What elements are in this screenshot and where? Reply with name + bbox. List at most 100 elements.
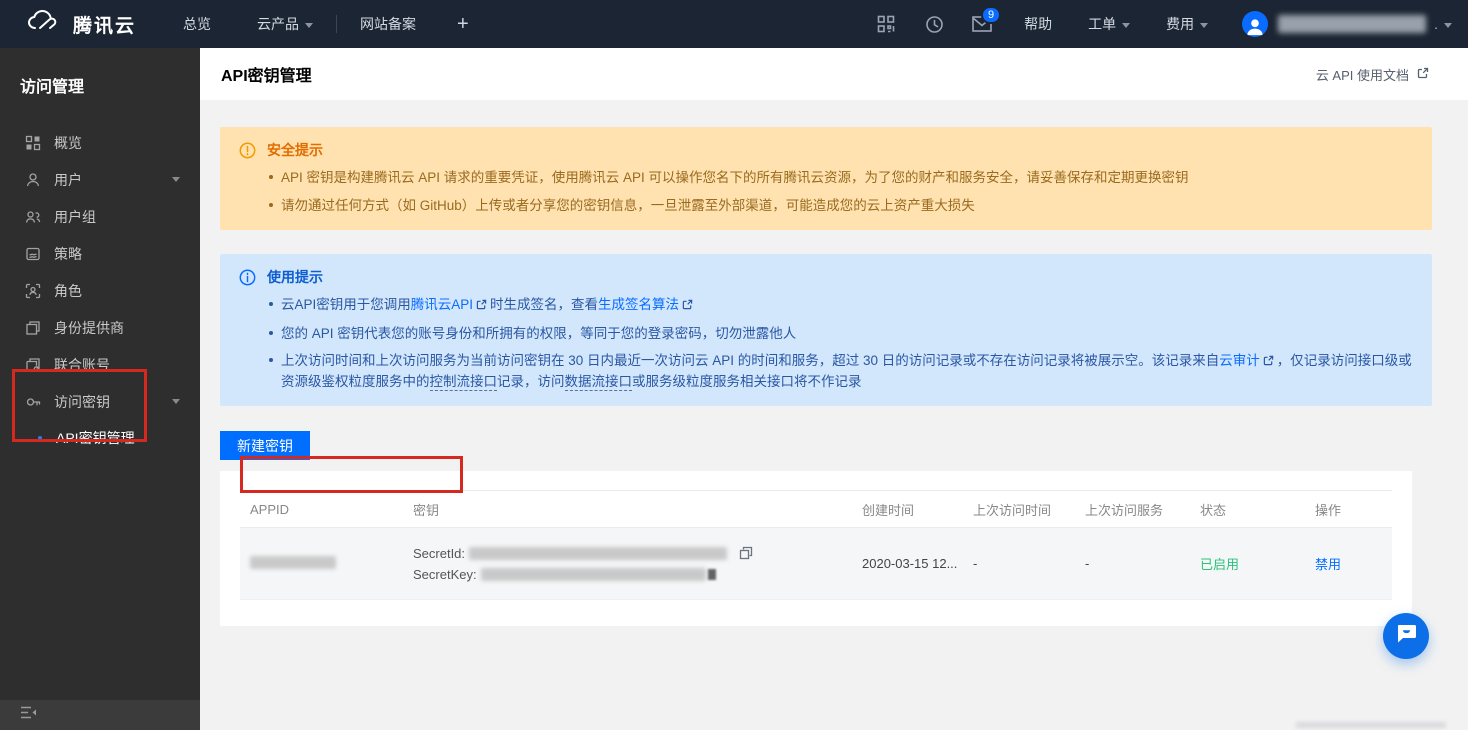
table-header-row: APPID 密钥 创建时间 上次访问时间 上次访问服务 状态 操作 — [240, 490, 1392, 528]
user-suffix: . — [1434, 16, 1438, 32]
cell-status: 已启用 — [1190, 554, 1305, 573]
chevron-down-icon — [172, 177, 180, 182]
warning-circle-icon — [239, 142, 256, 215]
cloud-audit-link[interactable]: 云审计 — [1219, 353, 1260, 368]
page-title: API密钥管理 — [221, 62, 312, 86]
security-alert: 安全提示 API 密钥是构建腾讯云 API 请求的重要凭证，使用腾讯云 API … — [220, 127, 1432, 230]
col-header-appid: APPID — [240, 502, 403, 517]
external-link-icon — [476, 296, 487, 316]
cloud-api-doc-link[interactable]: 云 API 使用文档 — [1316, 65, 1432, 84]
create-key-button[interactable]: 新建密钥 — [220, 431, 310, 460]
bullet-dot — [269, 331, 273, 335]
sidebar-item-roles[interactable]: 角色 — [0, 272, 200, 309]
info-circle-icon — [239, 269, 256, 391]
cell-secret: SecretId: SecretKey: — [403, 543, 852, 585]
billing-menu[interactable]: 费用 — [1148, 0, 1226, 48]
sidebar-item-users[interactable]: 用户 — [0, 161, 200, 198]
sidebar-item-overview[interactable]: 概览 — [0, 124, 200, 161]
topnav-overview-label: 总览 — [183, 14, 211, 34]
bullet-dot — [269, 175, 273, 179]
topnav-products-label: 云产品 — [257, 14, 299, 34]
add-tab-button[interactable]: + — [439, 0, 487, 48]
security-alert-bullet: 请勿通过任何方式（如 GitHub）上传或者分享您的密钥信息，一旦泄露至外部渠道… — [267, 196, 1416, 216]
brand[interactable]: 腾讯云 — [0, 9, 160, 39]
topnav-products[interactable]: 云产品 — [234, 0, 336, 48]
secret-key-line: SecretKey: — [413, 564, 852, 585]
qr-code-icon[interactable] — [862, 0, 910, 48]
secret-id-line: SecretId: — [413, 543, 852, 564]
bullet-dot — [269, 358, 273, 362]
key-icon — [25, 394, 41, 410]
collapse-sidebar-icon[interactable] — [20, 706, 37, 724]
tip-text: 时生成签名，查看 — [490, 297, 598, 312]
username-redacted[interactable] — [1278, 15, 1426, 33]
control-flow-api-term[interactable]: 控制流接口 — [430, 374, 498, 391]
chevron-down-icon — [1200, 23, 1208, 28]
tip-text: 或服务级粒度服务相关接口将不作记录 — [632, 374, 862, 389]
page-header: API密钥管理 云 API 使用文档 — [200, 48, 1468, 100]
ticket-menu[interactable]: 工单 — [1070, 0, 1148, 48]
chevron-down-icon — [305, 23, 313, 28]
history-clock-icon[interactable] — [910, 0, 958, 48]
topnav-beian[interactable]: 网站备案 — [337, 0, 439, 48]
chevron-down-icon — [172, 399, 180, 404]
col-header-actions: 操作 — [1305, 500, 1392, 519]
tencent-cloud-logo-icon — [27, 9, 63, 39]
chat-support-button[interactable] — [1383, 613, 1429, 659]
key-table-panel: APPID 密钥 创建时间 上次访问时间 上次访问服务 状态 操作 Secret… — [220, 471, 1412, 626]
plus-icon: + — [457, 13, 469, 36]
layers-icon — [25, 320, 41, 336]
sidebar-footer — [0, 700, 200, 730]
messages-mail-icon[interactable]: 9 — [958, 0, 1006, 48]
table-row: SecretId: SecretKey: — [240, 528, 1392, 600]
show-key-icon[interactable] — [708, 569, 716, 580]
secret-id-label: SecretId: — [413, 546, 465, 561]
mail-badge: 9 — [981, 6, 1001, 24]
disable-key-link[interactable]: 禁用 — [1315, 557, 1341, 572]
sidebar-menu: 概览 用户 — [0, 124, 200, 456]
usage-tips-bullet: 云API密钥用于您调用腾讯云API 时生成签名，查看生成签名算法 — [267, 295, 1416, 316]
usage-tips: 使用提示 云API密钥用于您调用腾讯云API时生成签名，查看生成签名算法 您的 … — [220, 254, 1432, 406]
security-alert-bullet: API 密钥是构建腾讯云 API 请求的重要凭证，使用腾讯云 API 可以操作您… — [267, 168, 1416, 188]
col-header-last-access-service: 上次访问服务 — [1075, 500, 1190, 519]
tencent-cloud-console: 腾讯云 总览 云产品 网站备案 + — [0, 0, 1468, 730]
col-header-status: 状态 — [1190, 500, 1305, 519]
secret-id-redacted — [469, 547, 727, 560]
topbar-right: 9 帮助 工单 费用 . — [862, 0, 1468, 48]
security-alert-text: 请勿通过任何方式（如 GitHub）上传或者分享您的密钥信息，一旦泄露至外部渠道… — [281, 196, 975, 216]
sidebar-item-label: 用户组 — [54, 207, 96, 227]
copy-icon[interactable] — [739, 546, 753, 560]
cell-actions: 禁用 — [1305, 554, 1392, 573]
bullet-dot — [269, 302, 273, 306]
tip-text: 云API密钥用于您调用 — [281, 297, 411, 312]
data-flow-api-term[interactable]: 数据流接口 — [565, 374, 633, 391]
user-chevron-down-icon[interactable] — [1444, 23, 1452, 28]
usage-tips-text: 云API密钥用于您调用腾讯云API 时生成签名，查看生成签名算法 — [281, 295, 696, 316]
sidebar-item-label: 身份提供商 — [54, 318, 124, 338]
sidebar: 访问管理 概览 — [0, 48, 200, 730]
external-link-icon — [1417, 67, 1429, 82]
col-header-last-access-time: 上次访问时间 — [963, 500, 1075, 519]
user-avatar[interactable] — [1242, 11, 1268, 37]
security-alert-text: API 密钥是构建腾讯云 API 请求的重要凭证，使用腾讯云 API 可以操作您… — [281, 168, 1189, 188]
topbar: 腾讯云 总览 云产品 网站备案 + — [0, 0, 1468, 48]
sidebar-item-identity-providers[interactable]: 身份提供商 — [0, 309, 200, 346]
signature-algorithm-link[interactable]: 生成签名算法 — [598, 297, 679, 312]
cell-appid — [240, 556, 403, 572]
col-header-created: 创建时间 — [852, 500, 963, 519]
sidebar-item-federated-accounts[interactable]: 联合账号 — [0, 346, 200, 383]
sidebar-title: 访问管理 — [0, 48, 200, 97]
sidebar-subitem-api-key-management[interactable]: API密钥管理 — [0, 420, 200, 456]
sidebar-item-access-keys[interactable]: 访问密钥 — [0, 383, 200, 420]
sidebar-item-policies[interactable]: 策略 — [0, 235, 200, 272]
tencent-cloud-api-link[interactable]: 腾讯云API — [411, 297, 473, 312]
sidebar-item-label: 联合账号 — [54, 355, 110, 375]
help-link[interactable]: 帮助 — [1006, 0, 1070, 48]
topnav-overview[interactable]: 总览 — [160, 0, 234, 48]
tip-text: 上次访问时间和上次访问服务为当前访问密钥在 30 日内最近一次访问云 API 的… — [281, 353, 1219, 368]
role-scan-icon — [25, 283, 41, 299]
sidebar-item-user-groups[interactable]: 用户组 — [0, 198, 200, 235]
policy-document-icon — [25, 246, 41, 262]
content: 安全提示 API 密钥是构建腾讯云 API 请求的重要凭证，使用腾讯云 API … — [200, 100, 1468, 626]
usage-tips-text: 上次访问时间和上次访问服务为当前访问密钥在 30 日内最近一次访问云 API 的… — [281, 351, 1416, 391]
